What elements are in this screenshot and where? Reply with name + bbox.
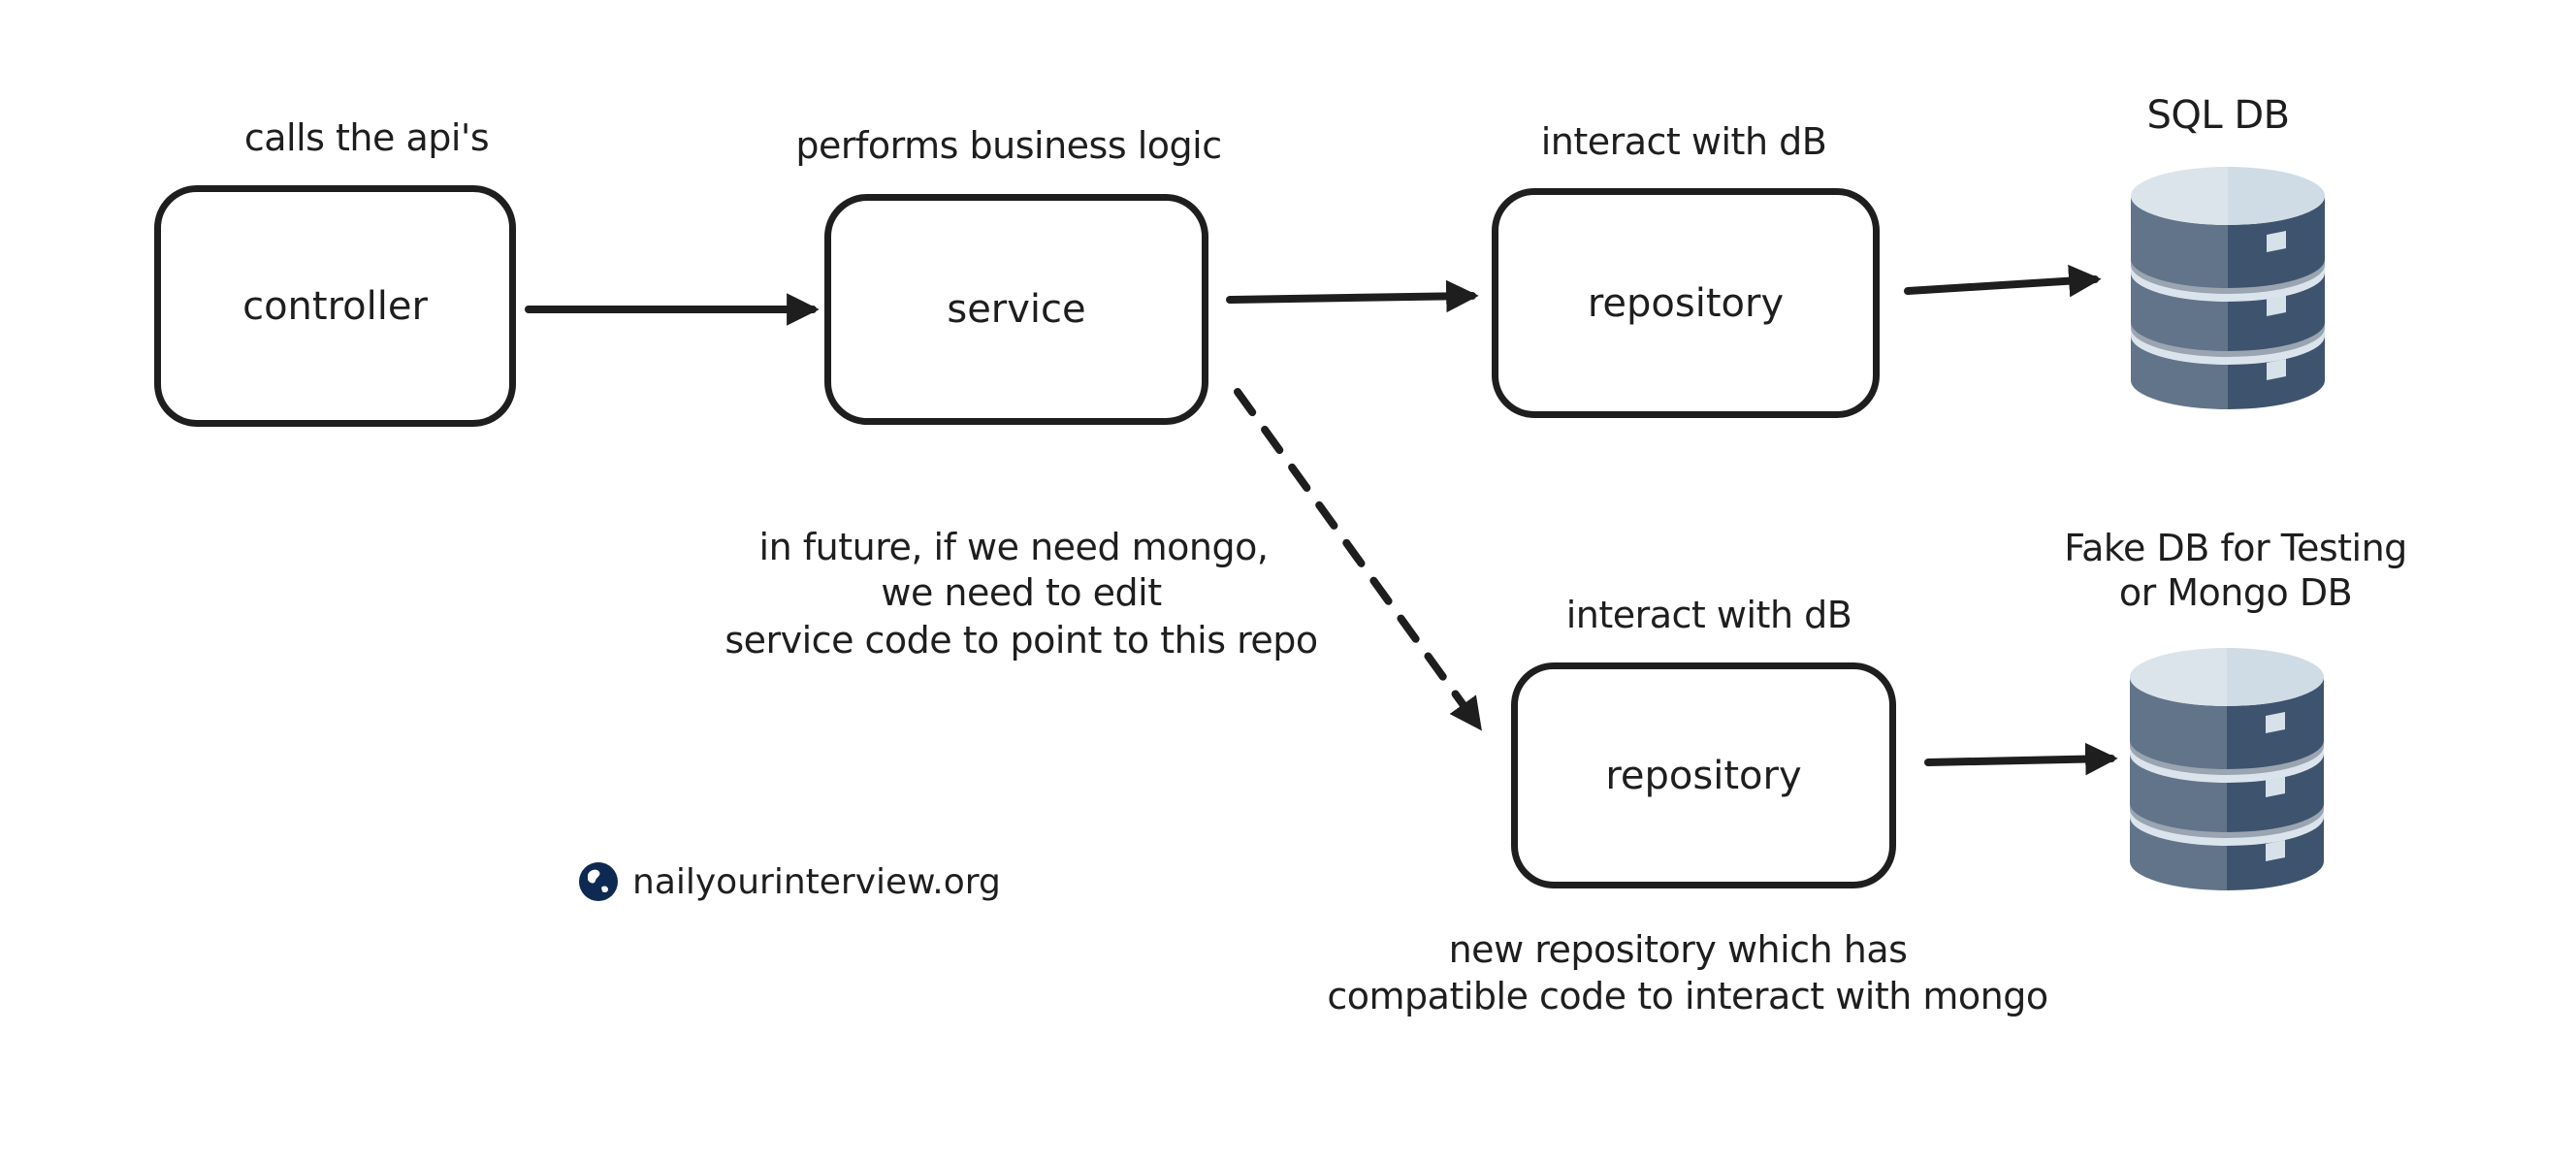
watermark-text[interactable]: nailyourinterview.org (632, 862, 1001, 902)
future-note-line-1: in future, if we need mongo, (758, 526, 1269, 568)
arrow-service-to-repository[interactable] (1226, 279, 1479, 313)
new-repo-note-line-1: new repository which has (1448, 928, 1908, 971)
repository-new-caption: interact with dB (1565, 594, 1852, 636)
fake-db-caption-line-2: or Mongo DB (2118, 571, 2353, 614)
arrow-repository-to-sql-db[interactable] (1904, 264, 2102, 298)
service-node-label: service (947, 287, 1086, 332)
future-note-line-2: we need to edit (881, 571, 1162, 614)
sql-db-icon[interactable] (2131, 167, 2325, 409)
repository-sql-caption: interact with dB (1540, 120, 1827, 163)
controller-caption: calls the api's (243, 116, 490, 159)
db-body-left (2130, 677, 2227, 890)
arrow-new-repository-to-fake-db[interactable] (1924, 742, 2118, 776)
service-node[interactable]: service (824, 194, 1208, 425)
dashed-arrow-service-to-new-repository[interactable] (1234, 388, 1482, 731)
future-note-line-3: service code to point to this repo (724, 619, 1318, 662)
repository-sql-node-label: repository (1587, 280, 1785, 326)
sql-db-caption: SQL DB (2146, 93, 2290, 138)
service-caption: performs business logic (795, 124, 1222, 167)
repository-new-node[interactable]: repository (1511, 662, 1896, 888)
new-repo-note-line-2: compatible code to interact with mongo (1327, 975, 2048, 1017)
repository-sql-node[interactable]: repository (1492, 188, 1880, 418)
fake-db-caption-line-1: Fake DB for Testing (2064, 527, 2407, 569)
repository-new-node-label: repository (1605, 753, 1802, 798)
globe-icon (579, 862, 618, 901)
controller-node[interactable]: controller (154, 185, 516, 427)
db-body-left (2131, 196, 2228, 409)
fake-db-icon[interactable] (2130, 648, 2324, 890)
watermark[interactable]: nailyourinterview.org (578, 861, 1001, 902)
controller-node-label: controller (242, 283, 428, 329)
